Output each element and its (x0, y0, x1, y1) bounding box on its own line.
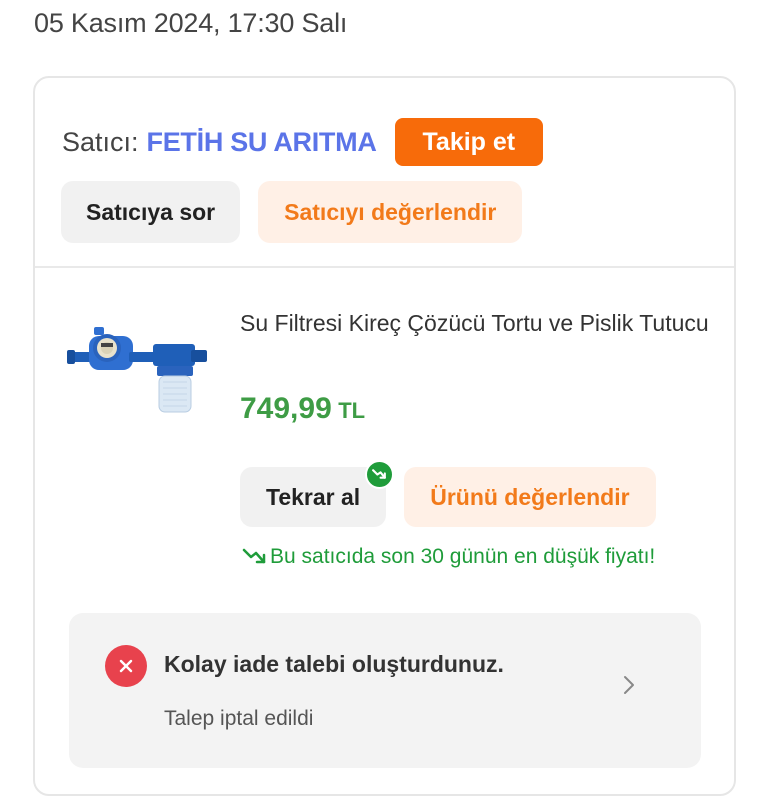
lowest-price-note: Bu satıcıda son 30 günün en düşük fiyatı… (240, 544, 680, 570)
return-request-title: Kolay iade talebi oluşturdunuz. (164, 651, 504, 677)
seller-label: Satıcı: (62, 126, 139, 157)
price-amount: 749,99 (240, 392, 332, 425)
section-divider (35, 266, 734, 268)
product-price: 749,99 TL (240, 392, 365, 426)
chevron-right-icon[interactable] (619, 673, 639, 697)
seller-actions: Satıcıya sor Satıcıyı değerlendir (61, 181, 523, 243)
rebuy-label: Tekrar al (266, 483, 361, 510)
product-title[interactable]: Su Filtresi Kireç Çözücü Tortu ve Pislik… (240, 304, 710, 342)
return-request-status: Talep iptal edildi (164, 707, 314, 730)
seller-row: Satıcı: FETİH SU ARITMA Takip et (62, 118, 544, 166)
seller-name-link[interactable]: FETİH SU ARITMA (147, 127, 377, 158)
trend-down-icon (242, 548, 266, 564)
follow-seller-button[interactable]: Takip et (394, 118, 544, 166)
trend-down-icon (365, 460, 395, 489)
order-card: Satıcı: FETİH SU ARITMA Takip et Satıcıy… (33, 76, 736, 796)
rate-seller-button[interactable]: Satıcıyı değerlendir (258, 181, 523, 243)
price-currency: TL (338, 398, 366, 423)
rate-product-button[interactable]: Ürünü değerlendir (404, 467, 656, 527)
close-circle-icon (105, 645, 147, 687)
lowest-price-text: Bu satıcıda son 30 günün en düşük fiyatı… (270, 545, 656, 568)
ask-seller-button[interactable]: Satıcıya sor (61, 181, 241, 243)
rebuy-button[interactable]: Tekrar al (240, 460, 395, 527)
return-request-card[interactable]: Kolay iade talebi oluşturdunuz. Talep ip… (69, 613, 701, 768)
product-actions: Tekrar al Ürünü değerlendir (240, 460, 656, 527)
product-image[interactable] (67, 324, 209, 424)
order-date: 05 Kasım 2024, 17:30 Salı (34, 8, 348, 38)
